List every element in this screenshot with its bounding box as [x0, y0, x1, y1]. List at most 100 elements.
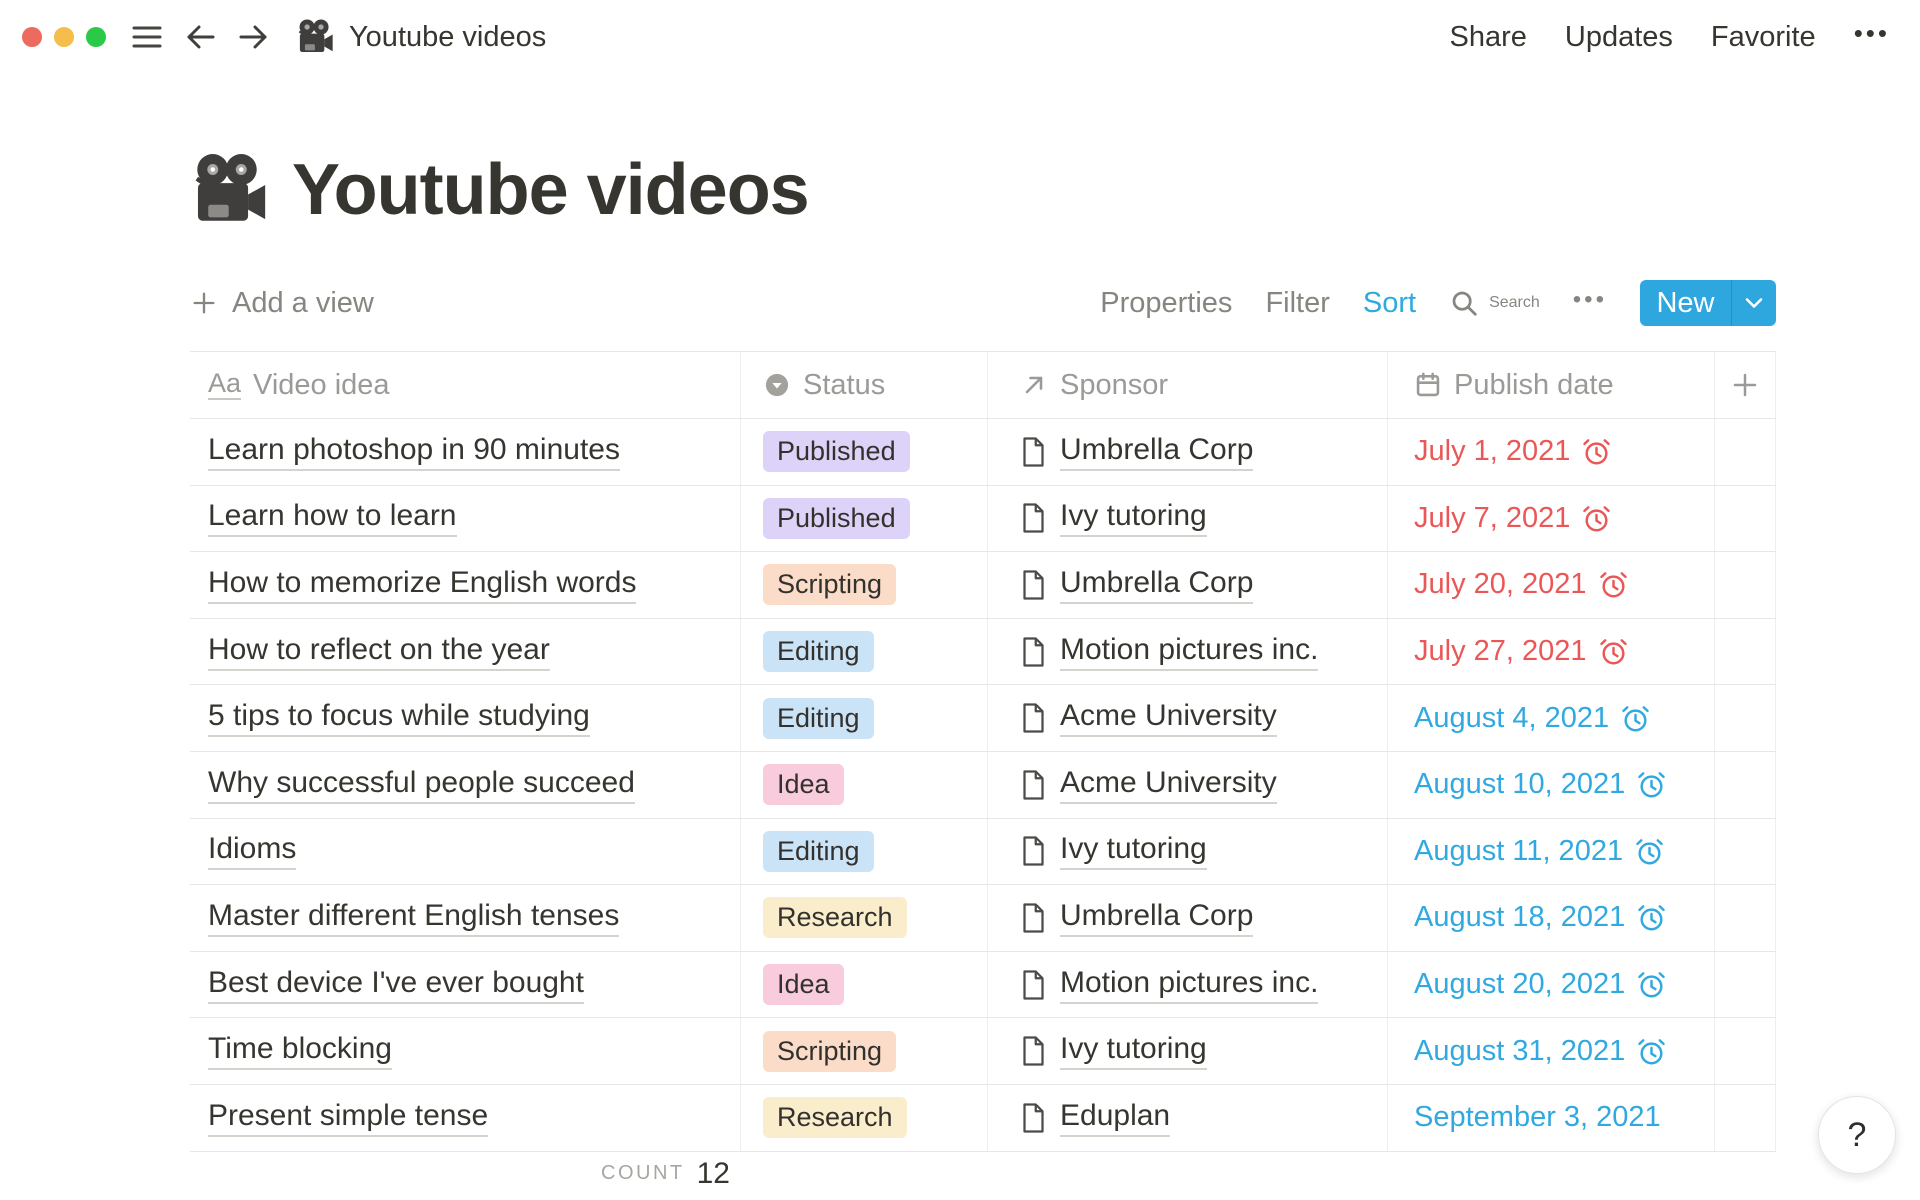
status-tag[interactable]: Scripting: [763, 1031, 896, 1072]
status-cell[interactable]: Scripting: [740, 552, 987, 618]
sponsor-cell[interactable]: Motion pictures inc.: [987, 619, 1387, 685]
sponsor-cell[interactable]: Ivy tutoring: [987, 486, 1387, 552]
new-button[interactable]: New: [1640, 280, 1776, 326]
help-button[interactable]: ?: [1818, 1096, 1896, 1174]
publish-date-cell[interactable]: July 27, 2021: [1387, 619, 1714, 685]
sponsor-cell[interactable]: Ivy tutoring: [987, 819, 1387, 885]
sidebar-menu-icon[interactable]: [132, 24, 162, 50]
table-row[interactable]: 5 tips to focus while studying Editing A…: [190, 685, 1776, 752]
share-button[interactable]: Share: [1450, 21, 1527, 54]
publish-date-cell[interactable]: August 11, 2021: [1387, 819, 1714, 885]
status-cell[interactable]: Research: [740, 885, 987, 951]
table-row[interactable]: Best device I've ever bought Idea Motion…: [190, 952, 1776, 1019]
page-link[interactable]: 5 tips to focus while studying: [208, 699, 590, 737]
minimize-window-button[interactable]: [54, 27, 74, 47]
sponsor-cell[interactable]: Umbrella Corp: [987, 419, 1387, 485]
video-idea-cell[interactable]: Idioms: [190, 819, 740, 885]
page-link[interactable]: Why successful people succeed: [208, 766, 635, 804]
more-options-icon[interactable]: •••: [1854, 18, 1890, 57]
status-cell[interactable]: Research: [740, 1085, 987, 1151]
sponsor-cell[interactable]: Motion pictures inc.: [987, 952, 1387, 1018]
sort-button[interactable]: Sort: [1363, 287, 1416, 320]
status-cell[interactable]: Published: [740, 419, 987, 485]
page-link[interactable]: Idioms: [208, 832, 296, 870]
page-link[interactable]: How to memorize English words: [208, 566, 636, 604]
properties-button[interactable]: Properties: [1100, 287, 1232, 320]
favorite-button[interactable]: Favorite: [1711, 21, 1816, 54]
search-button[interactable]: Search: [1449, 288, 1540, 318]
status-tag[interactable]: Research: [763, 1097, 907, 1138]
publish-date-cell[interactable]: July 20, 2021: [1387, 552, 1714, 618]
sponsor-cell[interactable]: Ivy tutoring: [987, 1018, 1387, 1084]
publish-date-cell[interactable]: August 18, 2021: [1387, 885, 1714, 951]
video-idea-cell[interactable]: 5 tips to focus while studying: [190, 685, 740, 751]
sponsor-link[interactable]: Ivy tutoring: [1060, 832, 1207, 870]
video-idea-cell[interactable]: Why successful people succeed: [190, 752, 740, 818]
page-link[interactable]: Time blocking: [208, 1032, 392, 1070]
table-row[interactable]: Idioms Editing Ivy tutoring August 11, 2…: [190, 819, 1776, 886]
sponsor-link[interactable]: Umbrella Corp: [1060, 566, 1253, 604]
column-header-sponsor[interactable]: Sponsor: [987, 352, 1387, 418]
sponsor-link[interactable]: Ivy tutoring: [1060, 1032, 1207, 1070]
sponsor-link[interactable]: Motion pictures inc.: [1060, 966, 1318, 1004]
status-tag[interactable]: Published: [763, 498, 910, 539]
publish-date-cell[interactable]: September 3, 2021: [1387, 1085, 1714, 1151]
video-idea-cell[interactable]: Present simple tense: [190, 1085, 740, 1151]
status-cell[interactable]: Editing: [740, 685, 987, 751]
page-link[interactable]: How to reflect on the year: [208, 633, 550, 671]
video-idea-cell[interactable]: Time blocking: [190, 1018, 740, 1084]
publish-date-cell[interactable]: August 10, 2021: [1387, 752, 1714, 818]
table-row[interactable]: Time blocking Scripting Ivy tutoring Aug…: [190, 1018, 1776, 1085]
video-idea-cell[interactable]: How to reflect on the year: [190, 619, 740, 685]
status-tag[interactable]: Editing: [763, 831, 874, 872]
page-link[interactable]: Learn how to learn: [208, 499, 457, 537]
status-tag[interactable]: Research: [763, 897, 907, 938]
sponsor-cell[interactable]: Umbrella Corp: [987, 552, 1387, 618]
status-tag[interactable]: Editing: [763, 698, 874, 739]
sponsor-cell[interactable]: Acme University: [987, 752, 1387, 818]
status-tag[interactable]: Idea: [763, 764, 844, 805]
table-row[interactable]: Why successful people succeed Idea Acme …: [190, 752, 1776, 819]
sponsor-link[interactable]: Umbrella Corp: [1060, 899, 1253, 937]
filter-button[interactable]: Filter: [1265, 287, 1329, 320]
publish-date-cell[interactable]: August 31, 2021: [1387, 1018, 1714, 1084]
status-tag[interactable]: Published: [763, 431, 910, 472]
video-idea-cell[interactable]: Master different English tenses: [190, 885, 740, 951]
status-cell[interactable]: Editing: [740, 819, 987, 885]
sponsor-cell[interactable]: Umbrella Corp: [987, 885, 1387, 951]
publish-date-cell[interactable]: August 4, 2021: [1387, 685, 1714, 751]
status-tag[interactable]: Editing: [763, 631, 874, 672]
status-cell[interactable]: Idea: [740, 952, 987, 1018]
updates-button[interactable]: Updates: [1565, 21, 1673, 54]
publish-date-cell[interactable]: July 7, 2021: [1387, 486, 1714, 552]
status-cell[interactable]: Editing: [740, 619, 987, 685]
status-tag[interactable]: Idea: [763, 964, 844, 1005]
table-row[interactable]: How to reflect on the year Editing Motio…: [190, 619, 1776, 686]
publish-date-cell[interactable]: July 1, 2021: [1387, 419, 1714, 485]
sponsor-link[interactable]: Acme University: [1060, 766, 1277, 804]
page-link[interactable]: Best device I've ever bought: [208, 966, 584, 1004]
sponsor-cell[interactable]: Acme University: [987, 685, 1387, 751]
sponsor-link[interactable]: Umbrella Corp: [1060, 433, 1253, 471]
table-row[interactable]: How to memorize English words Scripting …: [190, 552, 1776, 619]
sponsor-link[interactable]: Eduplan: [1060, 1099, 1170, 1137]
add-property-button[interactable]: [1714, 352, 1776, 418]
column-header-publish-date[interactable]: Publish date: [1387, 352, 1714, 418]
video-idea-cell[interactable]: Learn how to learn: [190, 486, 740, 552]
back-arrow-icon[interactable]: [186, 23, 216, 51]
status-cell[interactable]: Scripting: [740, 1018, 987, 1084]
video-idea-cell[interactable]: Best device I've ever bought: [190, 952, 740, 1018]
sponsor-link[interactable]: Acme University: [1060, 699, 1277, 737]
zoom-window-button[interactable]: [86, 27, 106, 47]
sponsor-link[interactable]: Ivy tutoring: [1060, 499, 1207, 537]
page-link[interactable]: Master different English tenses: [208, 899, 619, 937]
column-header-video-idea[interactable]: Aa Video idea: [190, 352, 740, 418]
new-dropdown-button[interactable]: [1732, 280, 1776, 326]
table-row[interactable]: Learn how to learn Published Ivy tutorin…: [190, 486, 1776, 553]
sponsor-link[interactable]: Motion pictures inc.: [1060, 633, 1318, 671]
status-cell[interactable]: Idea: [740, 752, 987, 818]
video-idea-cell[interactable]: How to memorize English words: [190, 552, 740, 618]
view-more-options-icon[interactable]: •••: [1573, 286, 1607, 320]
column-header-status[interactable]: Status: [740, 352, 987, 418]
close-window-button[interactable]: [22, 27, 42, 47]
